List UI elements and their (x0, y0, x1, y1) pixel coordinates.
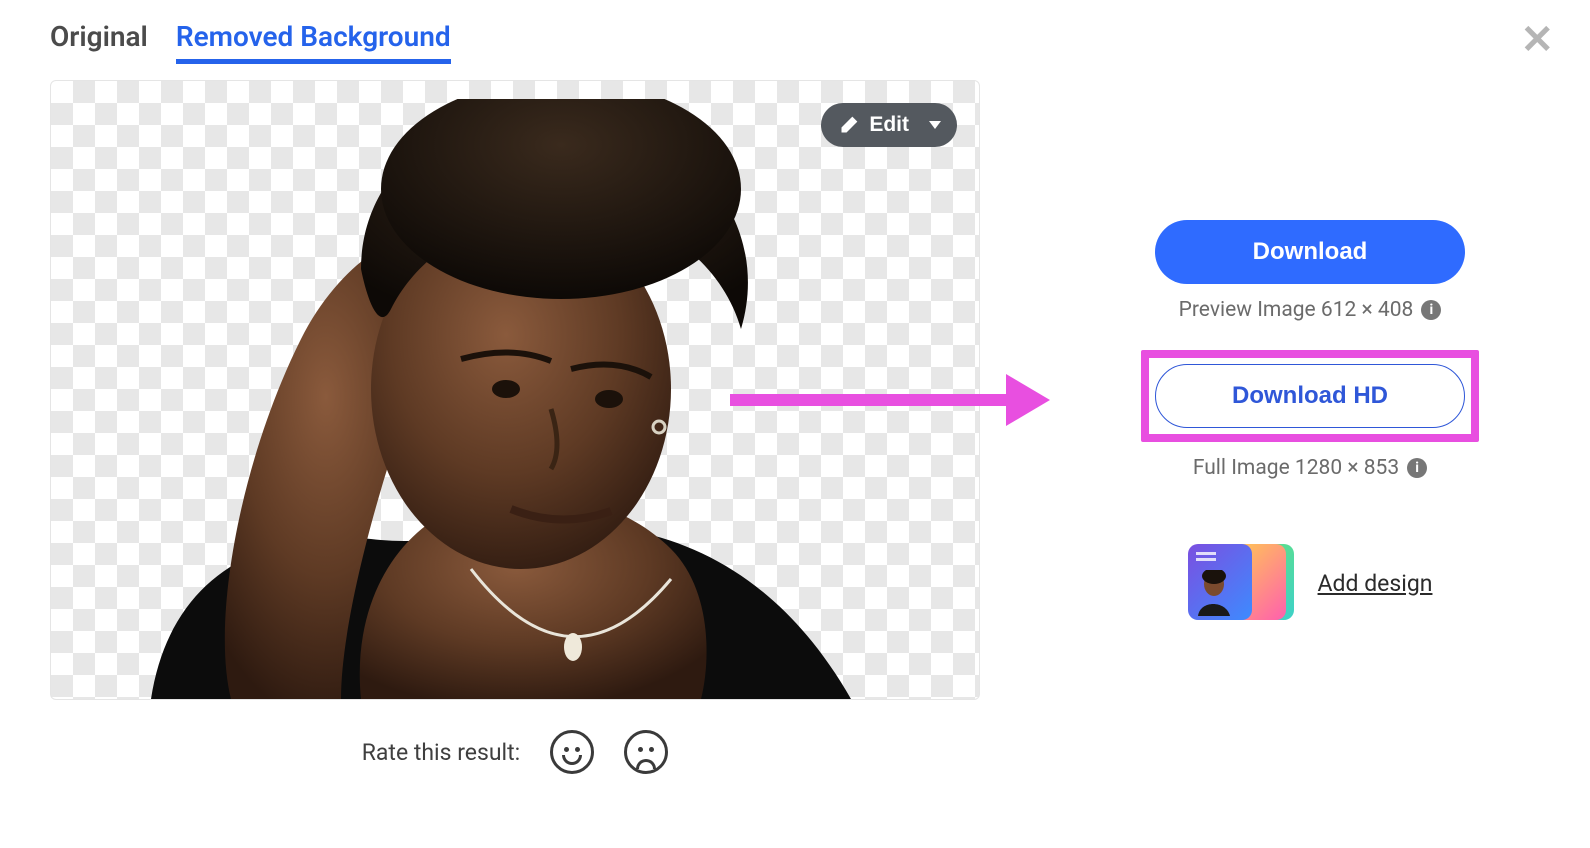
design-thumbnails-icon (1188, 540, 1298, 626)
result-canvas: Edit (50, 80, 980, 700)
annotation-highlight: Download HD (1141, 350, 1479, 442)
result-tabs: Original Removed Background (50, 20, 980, 64)
chevron-down-icon (929, 121, 941, 129)
tab-removed-background[interactable]: Removed Background (176, 20, 451, 64)
subject-image (111, 99, 871, 699)
rate-row: Rate this result: (50, 730, 980, 774)
add-design-row[interactable]: Add design (1188, 540, 1433, 626)
actions-panel: Download Preview Image 612 × 408 i Downl… (1080, 20, 1540, 774)
add-design-link[interactable]: Add design (1318, 570, 1433, 597)
editor-panel: Original Removed Background (50, 20, 980, 774)
info-icon[interactable]: i (1421, 300, 1441, 320)
download-button[interactable]: Download (1155, 220, 1465, 284)
full-size-label: Full Image 1280 × 853 i (1193, 456, 1427, 480)
tab-original[interactable]: Original (50, 20, 148, 64)
info-icon[interactable]: i (1407, 458, 1427, 478)
rate-good-button[interactable] (550, 730, 594, 774)
edit-button[interactable]: Edit (821, 103, 957, 147)
brush-icon (839, 115, 859, 135)
preview-size-label: Preview Image 612 × 408 i (1179, 298, 1442, 322)
download-hd-button[interactable]: Download HD (1155, 364, 1465, 428)
edit-button-label: Edit (869, 113, 909, 137)
rate-label: Rate this result: (362, 739, 520, 766)
rate-bad-button[interactable] (624, 730, 668, 774)
